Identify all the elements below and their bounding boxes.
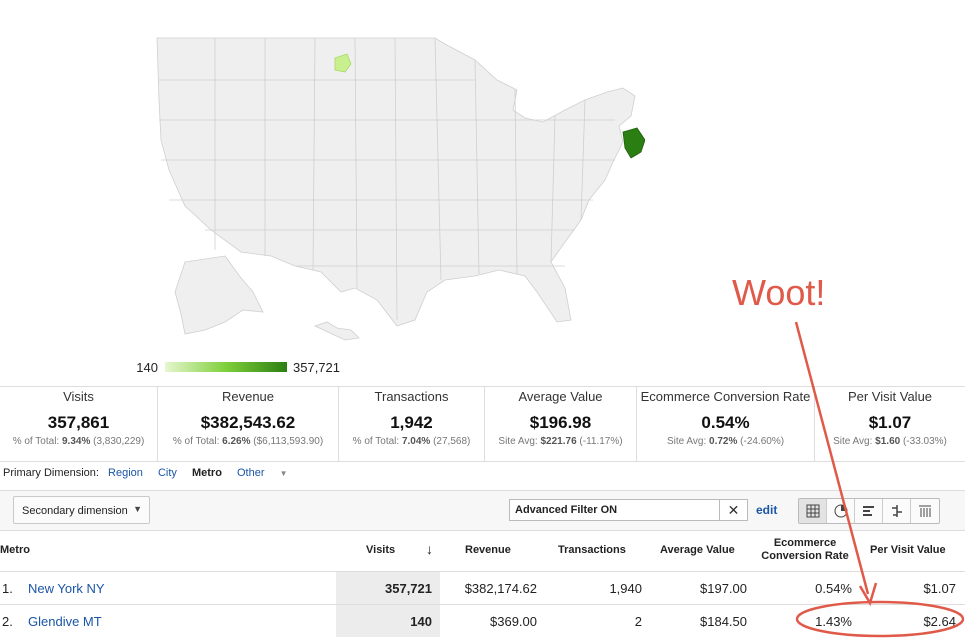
metric-average-value: Average Value $196.98 Site Avg: $221.76 … <box>485 387 637 461</box>
dimension-metro-active[interactable]: Metro <box>192 467 222 479</box>
metric-value: $382,543.62 <box>200 413 296 432</box>
filter-text: Advanced Filter ON <box>515 504 618 516</box>
metric-revenue: Revenue $382,543.62 % of Total: 6.26% ($… <box>158 387 339 461</box>
column-header-transactions[interactable]: Transactions <box>558 544 626 556</box>
pie-view-button[interactable] <box>827 499 855 523</box>
pivot-icon <box>919 505 931 517</box>
cell-transactions: 1,940 <box>609 581 642 596</box>
table-view-button[interactable] <box>799 499 827 523</box>
advanced-filter-field[interactable]: Advanced Filter ON ✕ <box>509 499 748 521</box>
us-metro-map <box>156 37 645 341</box>
metric-value: 1,942 <box>390 413 433 432</box>
cell-average-value: $184.50 <box>700 614 747 629</box>
close-icon[interactable]: ✕ <box>719 500 747 520</box>
cell-conversion-rate: 1.43% <box>815 614 852 629</box>
metro-link[interactable]: Glendive MT <box>28 614 102 629</box>
comparison-view-button[interactable] <box>883 499 911 523</box>
column-header-per-visit-value[interactable]: Per Visit Value <box>870 544 946 556</box>
column-header-visits[interactable]: Visits <box>366 544 395 556</box>
metric-title: Per Visit Value <box>847 389 933 404</box>
table-header: Metro Visits ↓ Revenue Transactions Aver… <box>0 530 965 571</box>
cell-visits: 140 <box>410 614 432 629</box>
map-region-new-york <box>622 127 645 159</box>
dimension-other-dropdown[interactable]: Other ▼ <box>237 467 300 479</box>
metric-value: $1.07 <box>868 413 912 432</box>
metric-subtext: Site Avg: $1.60 (-33.03%) <box>833 436 947 447</box>
primary-dimension-bar: Primary Dimension: Region City Metro Oth… <box>3 467 311 479</box>
metric-transactions: Transactions 1,942 % of Total: 7.04% (27… <box>339 387 485 461</box>
data-table: Metro Visits ↓ Revenue Transactions Aver… <box>0 530 965 637</box>
bar-view-button[interactable] <box>855 499 883 523</box>
secondary-dimension-label: Secondary dimension <box>22 505 128 517</box>
edit-filter-link[interactable]: edit <box>756 503 777 517</box>
map-hawaii <box>313 321 360 341</box>
cell-revenue: $382,174.62 <box>464 581 537 596</box>
annotation-text: Woot! <box>732 272 826 313</box>
legend-max-value: 357,721 <box>293 360 340 375</box>
cell-conversion-rate: 0.54% <box>815 581 852 596</box>
comparison-icon <box>891 505 902 517</box>
grid-icon <box>806 504 819 518</box>
metric-subtext: % of Total: 9.34% (3,830,229) <box>12 436 145 447</box>
sort-descending-icon[interactable]: ↓ <box>426 541 433 557</box>
row-index: 1. <box>2 581 13 596</box>
column-header-revenue[interactable]: Revenue <box>465 544 511 556</box>
legend-min-value: 140 <box>136 360 158 375</box>
cell-visits: 357,721 <box>385 581 432 596</box>
column-header-average-value[interactable]: Average Value <box>660 544 735 556</box>
map-alaska <box>174 255 264 335</box>
chevron-down-icon: ▼ <box>279 469 288 478</box>
pie-chart-icon <box>834 504 847 518</box>
metric-title: Visits <box>63 389 94 404</box>
bar-chart-icon <box>862 506 874 516</box>
secondary-dimension-dropdown[interactable]: Secondary dimension ▼ <box>13 496 150 524</box>
table-toolbar: Secondary dimension ▼ Advanced Filter ON… <box>0 490 965 531</box>
row-index: 2. <box>2 614 13 629</box>
cell-per-visit-value: $2.64 <box>923 614 956 629</box>
metro-link[interactable]: New York NY <box>28 581 105 596</box>
metric-value: $196.98 <box>529 413 592 432</box>
metric-subtext: Site Avg: 0.72% (-24.60%) <box>666 436 785 447</box>
view-toggle-group <box>798 498 940 524</box>
column-header-metro[interactable]: Metro <box>0 544 30 556</box>
cell-revenue: $369.00 <box>490 614 537 629</box>
metric-conversion-rate: Ecommerce Conversion Rate 0.54% Site Avg… <box>637 387 815 461</box>
cell-average-value: $197.00 <box>700 581 747 596</box>
table-row: 1. New York NY 357,721 $382,174.62 1,940… <box>0 571 965 604</box>
metric-value: 357,861 <box>47 413 110 432</box>
metric-visits: Visits 357,861 % of Total: 9.34% (3,830,… <box>0 387 158 461</box>
column-header-conversion-rate[interactable]: Ecommerce Conversion Rate <box>760 537 850 563</box>
metric-per-visit-value: Per Visit Value $1.07 Site Avg: $1.60 (-… <box>815 387 965 461</box>
metric-title: Revenue <box>221 389 275 404</box>
cell-per-visit-value: $1.07 <box>923 581 956 596</box>
metric-title: Transactions <box>374 389 449 404</box>
metric-value: 0.54% <box>701 413 750 432</box>
primary-dimension-label: Primary Dimension: <box>3 467 99 479</box>
metric-subtext: % of Total: 7.04% (27,568) <box>352 436 471 447</box>
scorecard: Visits 357,861 % of Total: 9.34% (3,830,… <box>0 386 965 462</box>
metric-title: Ecommerce Conversion Rate <box>640 389 811 404</box>
chevron-down-icon: ▼ <box>133 504 142 514</box>
metric-subtext: Site Avg: $221.76 (-11.17%) <box>498 436 623 447</box>
cell-transactions: 2 <box>634 614 642 629</box>
metric-subtext: % of Total: 6.26% ($6,113,593.90) <box>172 436 324 447</box>
dimension-city-link[interactable]: City <box>158 467 177 479</box>
legend-gradient-bar <box>165 362 287 372</box>
metric-title: Average Value <box>518 389 603 404</box>
table-row: 2. Glendive MT 140 $369.00 2 $184.50 1.4… <box>0 604 965 637</box>
dimension-region-link[interactable]: Region <box>108 467 143 479</box>
pivot-view-button[interactable] <box>911 499 939 523</box>
